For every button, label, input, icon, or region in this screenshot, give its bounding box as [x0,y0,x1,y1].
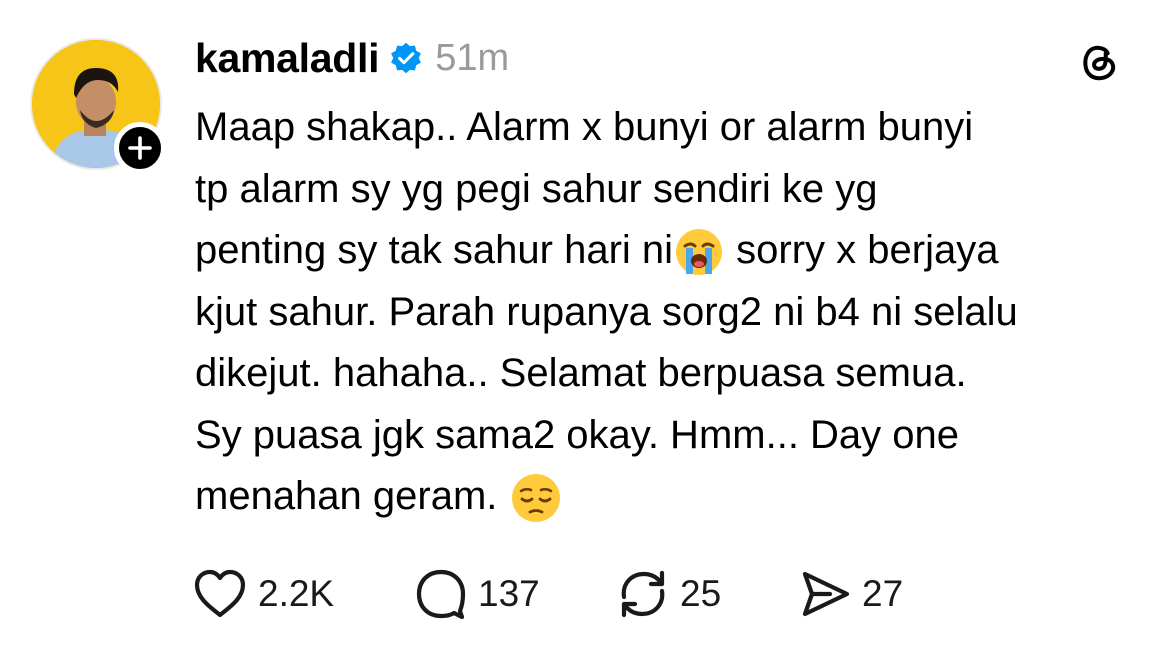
post-actions-bar: 2.2K 137 25 27 [192,566,903,622]
verified-badge-icon [391,42,422,74]
post-text-line: menahan geram. [195,474,509,518]
repost-count: 25 [680,573,722,614]
post-text-line: Sy puasa jgk sama2 okay. Hmm... Day one [195,412,960,457]
post-text-line: kjut sahur. Parah rupanya sorg2 ni b4 ni… [195,289,1018,334]
loudly-crying-face-emoji-icon [676,229,723,276]
post-header: kamaladli 51m [195,30,509,86]
follow-button[interactable] [114,122,166,174]
post-text-line: penting sy tak sahur hari ni [195,228,674,272]
share-count: 27 [862,573,904,614]
repost-icon [621,570,665,618]
author-avatar-container[interactable] [30,38,166,174]
username[interactable]: kamaladli [195,35,379,82]
share-button[interactable]: 27 [798,567,903,621]
reply-count: 137 [478,573,540,614]
post-text-line: tp alarm sy yg pegi sahur sendiri ke yg [195,166,878,211]
send-icon [802,571,850,617]
threads-logo-icon[interactable] [1076,38,1122,84]
post-text-line: dikejut. hahaha.. Selamat berpuasa semua… [195,351,967,395]
like-button[interactable]: 2.2K [192,568,414,620]
post-timestamp: 51m [435,36,510,79]
post-text-line: sorry x berjaya [725,228,999,272]
post-body: Maap shakap.. Alarm x bunyi or alarm bun… [195,97,1155,528]
comment-bubble-icon [416,569,466,620]
plus-icon [128,136,152,160]
reply-button[interactable]: 137 [414,567,616,621]
pensive-face-emoji-icon [511,474,560,523]
repost-button[interactable]: 25 [616,567,798,621]
heart-icon [194,569,246,618]
like-count: 2.2K [258,573,335,614]
post-text-line: Maap shakap.. Alarm x bunyi or alarm bun… [195,105,974,149]
